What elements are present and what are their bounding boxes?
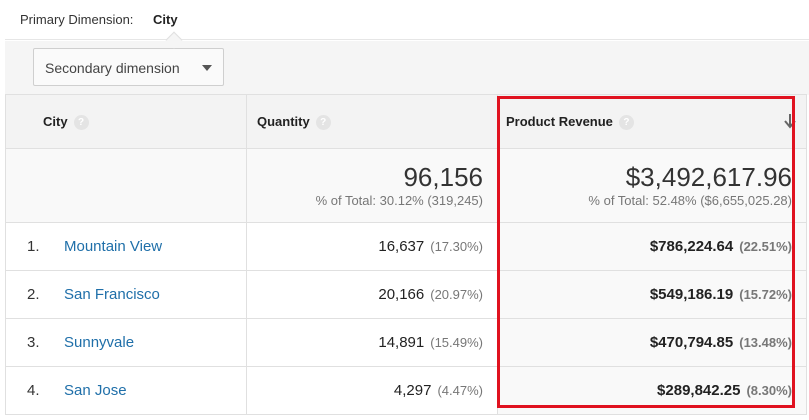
city-link-san-jose[interactable]: San Jose [64, 382, 127, 399]
totals-city-cell [5, 148, 247, 223]
totals-row: 96,156 % of Total: 30.12% (319,245) $3,4… [5, 148, 807, 223]
city-cell: 3. Sunnyvale [5, 318, 247, 367]
secondary-dimension-label: Secondary dimension [45, 60, 180, 76]
quantity-percent: (20.97%) [430, 287, 483, 302]
report-table: City? Quantity? Product Revenue? 96,156 … [5, 94, 807, 415]
total-revenue-value: $3,492,617.96 [625, 162, 792, 192]
revenue-percent: (13.48%) [739, 335, 792, 350]
quantity-cell: 14,891 (15.49%) [246, 318, 498, 367]
column-header-quantity[interactable]: Quantity? [246, 94, 498, 149]
total-quantity-percent: % of Total: 30.12% (319,245) [315, 193, 483, 208]
quantity-value: 20,166 [378, 286, 425, 303]
primary-dimension-bar: Primary Dimension: City [5, 0, 809, 40]
city-link-san-francisco[interactable]: San Francisco [64, 286, 160, 303]
revenue-percent: (15.72%) [739, 287, 792, 302]
revenue-cell: $470,794.85 (13.48%) [497, 318, 807, 367]
quantity-value: 14,891 [378, 334, 425, 351]
primary-dimension-label: Primary Dimension: [20, 12, 134, 27]
revenue-value: $470,794.85 [649, 334, 734, 351]
city-cell: 1. Mountain View [5, 222, 247, 271]
revenue-cell: $549,186.19 (15.72%) [497, 270, 807, 319]
revenue-percent: (22.51%) [739, 239, 792, 254]
row-number: 1. [27, 238, 40, 255]
sort-down-arrow-icon[interactable] [782, 112, 798, 130]
quantity-percent: (4.47%) [437, 383, 483, 398]
help-icon[interactable]: ? [618, 114, 634, 130]
total-quantity-value: 96,156 [403, 162, 483, 192]
table-row: 4. San Jose 4,297 (4.47%) $289,842.25 (8.30… [5, 366, 807, 415]
table-row: 1. Mountain View 16,637 (17.30%) $786,224.… [5, 222, 807, 271]
quantity-percent: (17.30%) [430, 239, 483, 254]
totals-quantity-cell: 96,156 % of Total: 30.12% (319,245) [246, 148, 498, 223]
column-header-city[interactable]: City? [5, 94, 247, 149]
city-cell: 2. San Francisco [5, 270, 247, 319]
revenue-percent: (8.30%) [746, 383, 792, 398]
city-link-mountain-view[interactable]: Mountain View [64, 238, 162, 255]
revenue-value: $289,842.25 [657, 382, 741, 399]
totals-revenue-cell: $3,492,617.96 % of Total: 52.48% ($6,655… [497, 148, 807, 223]
revenue-cell: $786,224.64 (22.51%) [497, 222, 807, 271]
column-header-product-revenue-label: Product Revenue [506, 113, 613, 129]
table-row: 2. San Francisco 20,166 (20.97%) $549,186.… [5, 270, 807, 319]
secondary-dimension-area: Secondary dimension [5, 41, 809, 95]
table-header-row: City? Quantity? Product Revenue? [5, 94, 807, 149]
revenue-value: $786,224.64 [649, 238, 734, 255]
revenue-value: $549,186.19 [649, 286, 734, 303]
quantity-percent: (15.49%) [430, 335, 483, 350]
row-number: 4. [27, 382, 40, 399]
quantity-value: 16,637 [378, 238, 425, 255]
column-header-product-revenue[interactable]: Product Revenue? [497, 94, 807, 149]
row-number: 3. [27, 334, 40, 351]
city-cell: 4. San Jose [5, 366, 247, 415]
secondary-dimension-dropdown[interactable]: Secondary dimension [33, 48, 224, 86]
row-number: 2. [27, 286, 40, 303]
total-revenue-percent: % of Total: 52.48% ($6,655,025.28) [588, 193, 792, 208]
help-icon[interactable]: ? [315, 114, 331, 130]
chevron-down-icon [202, 65, 212, 71]
quantity-value: 4,297 [393, 382, 432, 399]
table-row: 3. Sunnyvale 14,891 (15.49%) $470,794.85 (1… [5, 318, 807, 367]
help-icon[interactable]: ? [73, 114, 89, 130]
quantity-cell: 16,637 (17.30%) [246, 222, 498, 271]
quantity-cell: 20,166 (20.97%) [246, 270, 498, 319]
primary-dimension-value[interactable]: City [153, 12, 178, 27]
revenue-cell: $289,842.25 (8.30%) [497, 366, 807, 415]
column-header-quantity-label: Quantity [257, 113, 310, 129]
quantity-cell: 4,297 (4.47%) [246, 366, 498, 415]
city-link-sunnyvale[interactable]: Sunnyvale [64, 334, 134, 351]
column-header-city-label: City [43, 113, 68, 129]
